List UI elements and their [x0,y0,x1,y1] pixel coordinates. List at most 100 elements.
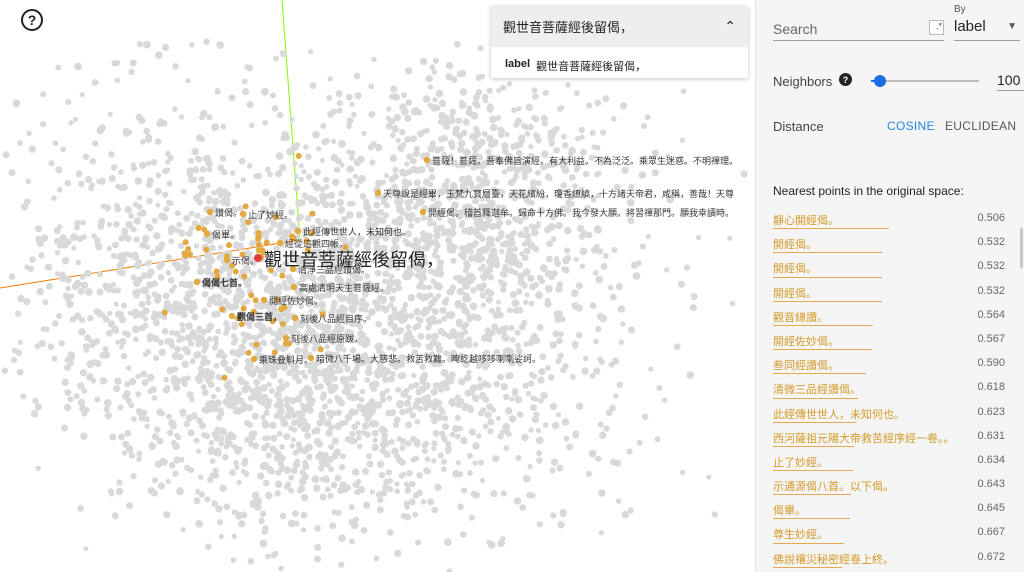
data-point[interactable] [485,266,494,274]
data-point[interactable] [689,304,697,312]
data-point[interactable] [334,474,342,482]
labelled-neighbor-point[interactable] [290,283,298,291]
data-point[interactable] [201,347,208,354]
data-point[interactable] [71,283,79,291]
data-point[interactable] [273,413,280,419]
data-point[interactable] [285,481,292,488]
data-point[interactable] [523,232,532,240]
data-point[interactable] [417,130,424,138]
data-point[interactable] [114,60,121,66]
data-point[interactable] [475,231,483,239]
data-point[interactable] [500,286,507,293]
data-point[interactable] [491,323,499,331]
data-point[interactable] [270,434,278,442]
data-point[interactable] [430,334,437,340]
data-point[interactable] [112,241,119,249]
data-point[interactable] [410,456,417,463]
labelled-neighbor-point[interactable] [294,227,302,235]
data-point[interactable] [282,284,290,292]
data-point[interactable] [532,93,539,100]
data-point[interactable] [533,396,539,402]
data-point[interactable] [336,275,342,281]
data-point[interactable] [369,489,375,495]
data-point[interactable] [125,445,134,453]
data-point[interactable] [598,489,606,497]
data-point[interactable] [320,123,327,129]
data-point[interactable] [167,277,175,284]
data-point[interactable] [361,130,367,137]
data-point[interactable] [686,371,695,379]
data-point[interactable] [466,452,473,459]
data-point[interactable] [348,538,355,545]
nearest-point-label[interactable]: 開經偈。 [773,285,817,301]
data-point[interactable] [199,166,207,173]
data-point[interactable] [450,257,457,264]
data-point[interactable] [599,129,607,136]
data-point[interactable] [297,443,303,450]
data-point[interactable] [673,343,681,351]
data-point[interactable] [378,425,386,433]
data-point[interactable] [405,274,412,280]
nearest-point-row[interactable]: 開經偈。 0.532 [773,279,1005,303]
data-point[interactable] [400,471,407,478]
data-point[interactable] [176,337,182,344]
data-point[interactable] [415,539,422,546]
data-point[interactable] [521,254,529,262]
data-point[interactable] [593,367,601,375]
data-point[interactable] [404,114,412,122]
data-point[interactable] [146,259,153,266]
data-point[interactable] [402,238,409,244]
data-point[interactable] [85,288,93,296]
data-point[interactable] [65,285,71,292]
data-point[interactable] [502,422,511,431]
data-point[interactable] [435,89,444,98]
data-point[interactable] [122,129,131,137]
data-point[interactable] [214,88,221,95]
data-point[interactable] [729,300,736,307]
data-point[interactable] [561,418,570,426]
data-point[interactable] [472,99,480,108]
data-point[interactable] [108,174,116,183]
data-point[interactable] [662,397,668,403]
data-point[interactable] [95,243,103,251]
data-point[interactable] [270,339,278,347]
data-point[interactable] [514,329,521,336]
data-point[interactable] [265,326,273,334]
data-point[interactable] [446,376,455,385]
data-point[interactable] [412,401,419,408]
data-point[interactable] [130,226,137,233]
data-point[interactable] [424,456,431,463]
data-point[interactable] [124,331,131,338]
data-point[interactable] [456,71,463,78]
data-point[interactable] [407,406,414,413]
data-point[interactable] [275,290,282,296]
data-point[interactable] [412,204,419,210]
data-point[interactable] [386,395,393,402]
data-point[interactable] [307,194,314,201]
data-point[interactable] [392,166,399,173]
data-point[interactable] [431,506,439,514]
data-point[interactable] [497,126,504,133]
data-point[interactable] [271,105,279,112]
data-point[interactable] [463,178,471,186]
data-point[interactable] [99,377,108,385]
data-point[interactable] [336,100,343,107]
data-point[interactable] [654,436,661,443]
data-point[interactable] [453,40,461,48]
data-point[interactable] [366,453,372,460]
data-point[interactable] [231,139,238,146]
data-point[interactable] [509,291,517,299]
data-point[interactable] [88,185,94,192]
data-point[interactable] [48,160,55,167]
data-point[interactable] [201,389,209,397]
data-point[interactable] [243,380,250,387]
data-point[interactable] [128,452,135,459]
data-point[interactable] [213,362,220,369]
data-point[interactable] [253,173,260,180]
data-point[interactable] [51,355,58,362]
data-point[interactable] [396,401,404,409]
data-point[interactable] [42,299,49,306]
data-point[interactable] [145,160,152,167]
data-point[interactable] [429,412,437,420]
data-point[interactable] [371,429,379,437]
